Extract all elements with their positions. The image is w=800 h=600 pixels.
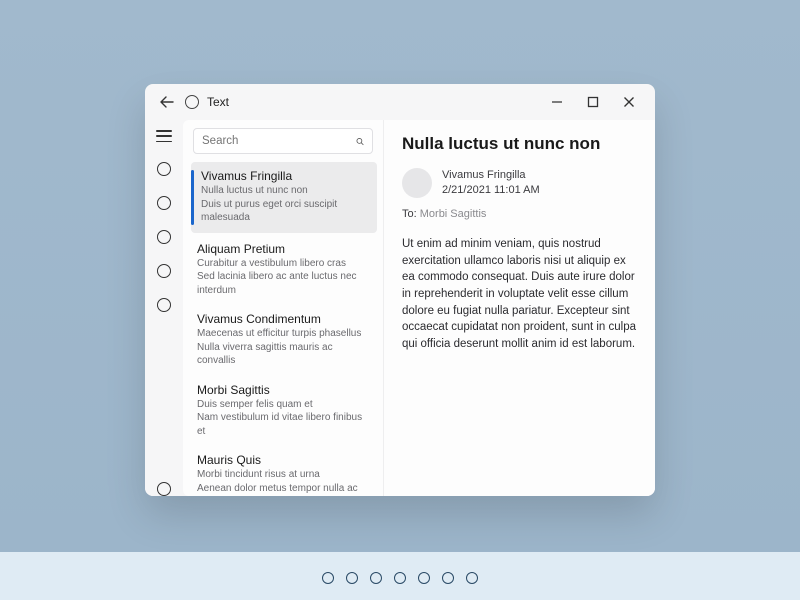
- rail-item[interactable]: [157, 230, 171, 244]
- list-item[interactable]: Aliquam PretiumCurabitur a vestibulum li…: [183, 235, 383, 306]
- page-dot[interactable]: [418, 572, 430, 584]
- list-item-title: Vivamus Condimentum: [197, 312, 373, 326]
- list-item[interactable]: Vivamus FringillaNulla luctus ut nunc no…: [191, 162, 377, 233]
- app-window: Text: [145, 84, 655, 496]
- maximize-icon: [587, 96, 599, 108]
- list-item-title: Vivamus Fringilla: [201, 169, 369, 183]
- search-input[interactable]: [202, 135, 356, 147]
- list-item-title: Morbi Sagittis: [197, 383, 373, 397]
- rail-item[interactable]: [157, 196, 171, 210]
- list-item-line2: Aenean dolor metus tempor nulla ac dapib…: [197, 482, 373, 497]
- list-pane: Vivamus FringillaNulla luctus ut nunc no…: [183, 120, 383, 496]
- avatar: [402, 168, 432, 198]
- back-button[interactable]: [157, 92, 177, 112]
- rail-item[interactable]: [157, 264, 171, 278]
- app-icon: [185, 95, 199, 109]
- message-title: Nulla luctus ut nunc non: [402, 134, 637, 154]
- message-datetime: 2/21/2021 11:01 AM: [442, 183, 540, 198]
- page-dot[interactable]: [466, 572, 478, 584]
- search-wrap: [183, 120, 383, 160]
- list-item-line2: Nulla viverra sagittis mauris ac convall…: [197, 341, 373, 368]
- message-body: Ut enim ad minim veniam, quis nostrud ex…: [402, 236, 637, 353]
- list-scroll[interactable]: Vivamus FringillaNulla luctus ut nunc no…: [183, 160, 383, 496]
- minimize-icon: [551, 96, 563, 108]
- page-dot[interactable]: [346, 572, 358, 584]
- window-title: Text: [207, 95, 229, 109]
- to-line: To: Morbi Sagittis: [402, 208, 637, 220]
- to-value: Morbi Sagittis: [420, 208, 487, 220]
- close-button[interactable]: [611, 88, 647, 116]
- list-item[interactable]: Mauris QuisMorbi tincidunt risus at urna…: [183, 446, 383, 496]
- rail-item[interactable]: [157, 298, 171, 312]
- list-item-title: Aliquam Pretium: [197, 242, 373, 256]
- search-box[interactable]: [193, 128, 373, 154]
- maximize-button[interactable]: [575, 88, 611, 116]
- meta-text: Vivamus Fringilla 2/21/2021 11:01 AM: [442, 168, 540, 198]
- list-item-line2: Duis ut purus eget orci suscipit malesua…: [201, 198, 369, 225]
- list-item-title: Mauris Quis: [197, 453, 373, 467]
- page-dots: [0, 572, 800, 584]
- content-pane: Nulla luctus ut nunc non Vivamus Fringil…: [383, 120, 655, 496]
- list-item-line2: Nam vestibulum id vitae libero finibus e…: [197, 411, 373, 438]
- close-icon: [623, 96, 635, 108]
- back-arrow-icon: [160, 95, 174, 109]
- list-item[interactable]: Morbi SagittisDuis semper felis quam etN…: [183, 376, 383, 447]
- list-item[interactable]: Vivamus CondimentumMaecenas ut efficitur…: [183, 305, 383, 376]
- page-dot[interactable]: [442, 572, 454, 584]
- search-icon: [356, 135, 364, 148]
- page-dot[interactable]: [370, 572, 382, 584]
- rail-item-bottom[interactable]: [157, 482, 171, 496]
- message-meta: Vivamus Fringilla 2/21/2021 11:01 AM: [402, 168, 637, 198]
- minimize-button[interactable]: [539, 88, 575, 116]
- window-body: Vivamus FringillaNulla luctus ut nunc no…: [145, 120, 655, 496]
- page-dot[interactable]: [394, 572, 406, 584]
- list-item-line1: Duis semper felis quam et: [197, 398, 373, 412]
- sender-name: Vivamus Fringilla: [442, 168, 540, 183]
- list-item-line1: Morbi tincidunt risus at urna: [197, 468, 373, 482]
- titlebar: Text: [145, 84, 655, 120]
- page-dot[interactable]: [322, 572, 334, 584]
- rail-item[interactable]: [157, 162, 171, 176]
- list-item-line1: Curabitur a vestibulum libero cras: [197, 257, 373, 271]
- hamburger-button[interactable]: [156, 130, 172, 142]
- list-item-line1: Maecenas ut efficitur turpis phasellus: [197, 327, 373, 341]
- list-item-line2: Sed lacinia libero ac ante luctus nec in…: [197, 270, 373, 297]
- side-rail: [145, 120, 183, 496]
- to-label: To:: [402, 208, 417, 220]
- list-item-line1: Nulla luctus ut nunc non: [201, 184, 369, 198]
